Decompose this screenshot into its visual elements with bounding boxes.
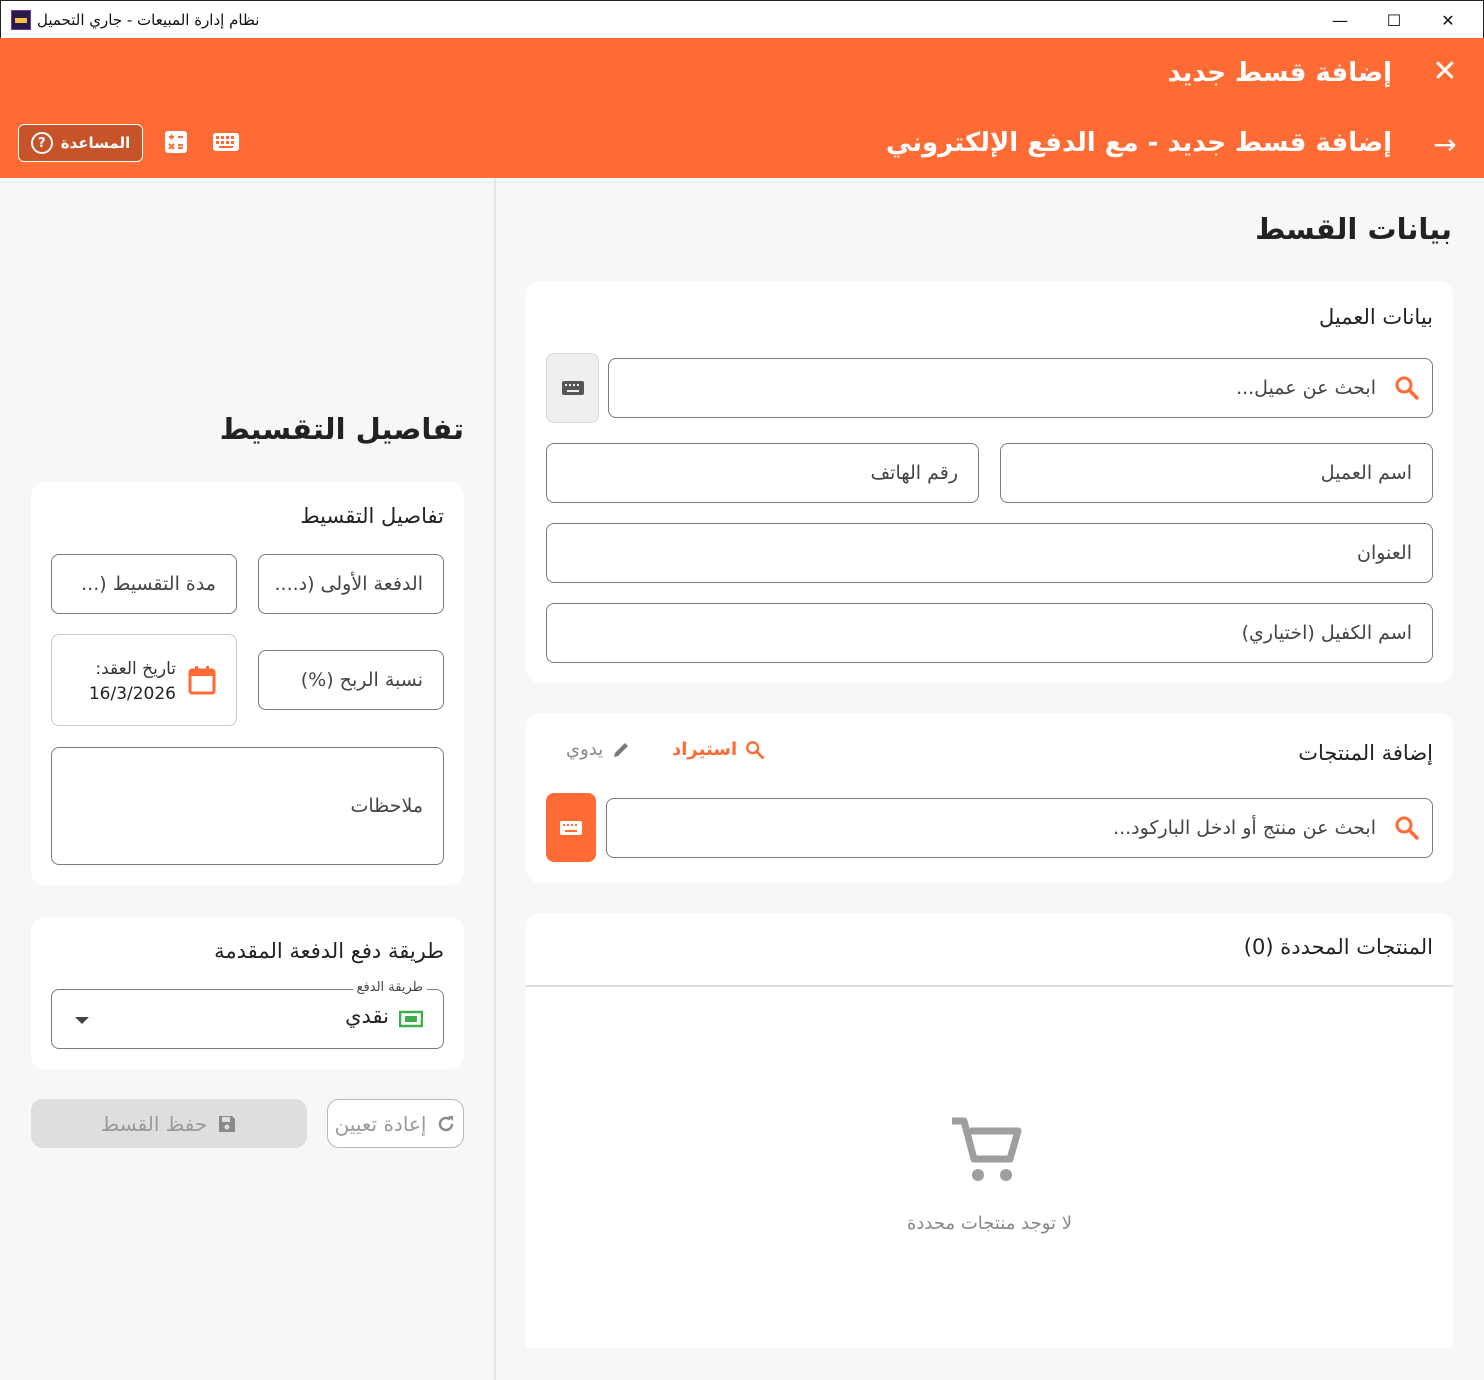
product-search-input[interactable]: ابحث عن منتج أو ادخل الباركود...	[606, 798, 1433, 858]
product-search-placeholder: ابحث عن منتج أو ادخل الباركود...	[1113, 817, 1376, 839]
phone-field[interactable]: رقم الهاتف	[546, 443, 979, 503]
arrow-right-icon[interactable]: →	[1430, 128, 1460, 161]
selected-products-card: المنتجات المحددة (0) لا توجد منتجات محدد…	[526, 913, 1453, 1348]
window-title: نظام إدارة المبيعات - جاري التحميل	[37, 11, 260, 29]
window-titlebar: نظام إدارة المبيعات - جاري التحميل — ☐ ✕	[0, 0, 1484, 38]
payment-method-card-title: طريقة دفع الدفعة المقدمة	[214, 939, 444, 963]
reset-button[interactable]: إعادة تعيين	[327, 1099, 464, 1148]
installment-data-title: بيانات القسط	[1255, 212, 1452, 246]
product-keyboard-button[interactable]	[546, 793, 596, 862]
maximize-button[interactable]: ☐	[1367, 1, 1421, 39]
help-button[interactable]: المساعدة ?	[18, 124, 143, 162]
payment-method-card: طريقة دفع الدفعة المقدمة طريقة الدفع نقد…	[31, 917, 464, 1069]
selected-products-divider	[526, 985, 1453, 987]
mode-manual-label: يدوي	[566, 739, 604, 760]
shopping-cart-icon	[952, 1117, 1022, 1181]
close-icon[interactable]: ✕	[1430, 54, 1460, 89]
keyboard-icon	[560, 820, 582, 835]
contract-date-value: 16/3/2026	[88, 684, 176, 704]
keyboard-icon	[561, 381, 584, 395]
close-window-button[interactable]: ✕	[1421, 1, 1475, 39]
search-icon	[746, 740, 765, 759]
customer-search-placeholder: ابحث عن عميل...	[1236, 377, 1376, 399]
contract-date-field[interactable]: تاريخ العقد: 16/3/2026	[51, 634, 237, 726]
contract-date-label: تاريخ العقد:	[95, 659, 176, 679]
page-header: ✕ إضافة قسط جديد → إضافة قسط جديد - مع ا…	[0, 38, 1484, 178]
guarantor-field[interactable]: اسم الكفيل (اختياري)	[546, 603, 1433, 663]
mode-manual-option[interactable]: يدوي	[566, 739, 631, 760]
customer-name-label: اسم العميل	[1320, 462, 1412, 484]
save-installment-label: حفظ القسط	[100, 1111, 208, 1136]
notes-label: ملاحظات	[350, 795, 423, 817]
refresh-icon	[439, 1115, 454, 1131]
address-field[interactable]: العنوان	[546, 523, 1433, 583]
search-icon	[1395, 816, 1419, 840]
down-payment-label: الدفعة الأولى (د....	[274, 573, 423, 595]
phone-label: رقم الهاتف	[870, 462, 958, 484]
panel-divider	[494, 178, 496, 1380]
selected-products-title: المنتجات المحددة (0)	[1243, 935, 1433, 959]
calendar-icon	[188, 666, 216, 695]
duration-field[interactable]: مدة التقسيط (...	[51, 554, 237, 614]
customer-card: بيانات العميل ابحث عن عميل... اسم العميل…	[526, 281, 1453, 683]
notes-field[interactable]: ملاحظات	[51, 747, 444, 865]
products-card: إضافة المنتجات استيراد يدوي ابحث عن منتج…	[526, 713, 1453, 883]
customer-name-field[interactable]: اسم العميل	[1000, 443, 1433, 503]
minimize-button[interactable]: —	[1313, 1, 1367, 39]
profit-rate-label: نسبة الربح (%)	[300, 669, 423, 691]
installment-details-card: تفاصيل التقسيط الدفعة الأولى (د.... مدة …	[31, 482, 464, 885]
down-payment-field[interactable]: الدفعة الأولى (د....	[258, 554, 444, 614]
address-label: العنوان	[1356, 542, 1412, 564]
keyboard-icon[interactable]	[212, 130, 240, 154]
customer-keyboard-button[interactable]	[546, 353, 599, 423]
customer-card-title: بيانات العميل	[1318, 305, 1433, 329]
guarantor-label: اسم الكفيل (اختياري)	[1241, 622, 1412, 644]
mode-import-label: استيراد	[672, 739, 738, 760]
mode-import-option[interactable]: استيراد	[672, 739, 765, 760]
customer-search-input[interactable]: ابحث عن عميل...	[608, 358, 1433, 418]
help-icon: ?	[30, 132, 53, 154]
products-card-title: إضافة المنتجات	[1298, 741, 1433, 765]
search-icon	[1395, 376, 1419, 400]
page-title: إضافة قسط جديد	[1167, 58, 1392, 88]
help-button-label: المساعدة	[60, 134, 131, 152]
installment-details-title: تفاصيل التقسيط	[219, 412, 464, 446]
duration-label: مدة التقسيط (...	[81, 573, 216, 595]
profit-rate-field[interactable]: نسبة الربح (%)	[258, 650, 444, 710]
page-subtitle: إضافة قسط جديد - مع الدفع الإلكتروني	[885, 128, 1392, 158]
payment-method-field-label: طريقة الدفع	[352, 980, 427, 995]
cash-icon	[399, 1010, 423, 1028]
empty-products-text: لا توجد منتجات محددة	[906, 1213, 1073, 1234]
calculator-icon[interactable]	[164, 130, 188, 154]
save-icon	[219, 1115, 236, 1132]
save-installment-button[interactable]: حفظ القسط	[31, 1099, 307, 1148]
app-icon	[11, 10, 31, 30]
payment-method-value: نقدي	[345, 1004, 389, 1028]
chevron-down-icon	[75, 1017, 89, 1024]
reset-label: إعادة تعيين	[334, 1111, 427, 1136]
installment-details-card-title: تفاصيل التقسيط	[300, 504, 444, 528]
pencil-icon	[614, 742, 629, 757]
payment-method-select[interactable]: طريقة الدفع نقدي	[51, 980, 444, 1049]
